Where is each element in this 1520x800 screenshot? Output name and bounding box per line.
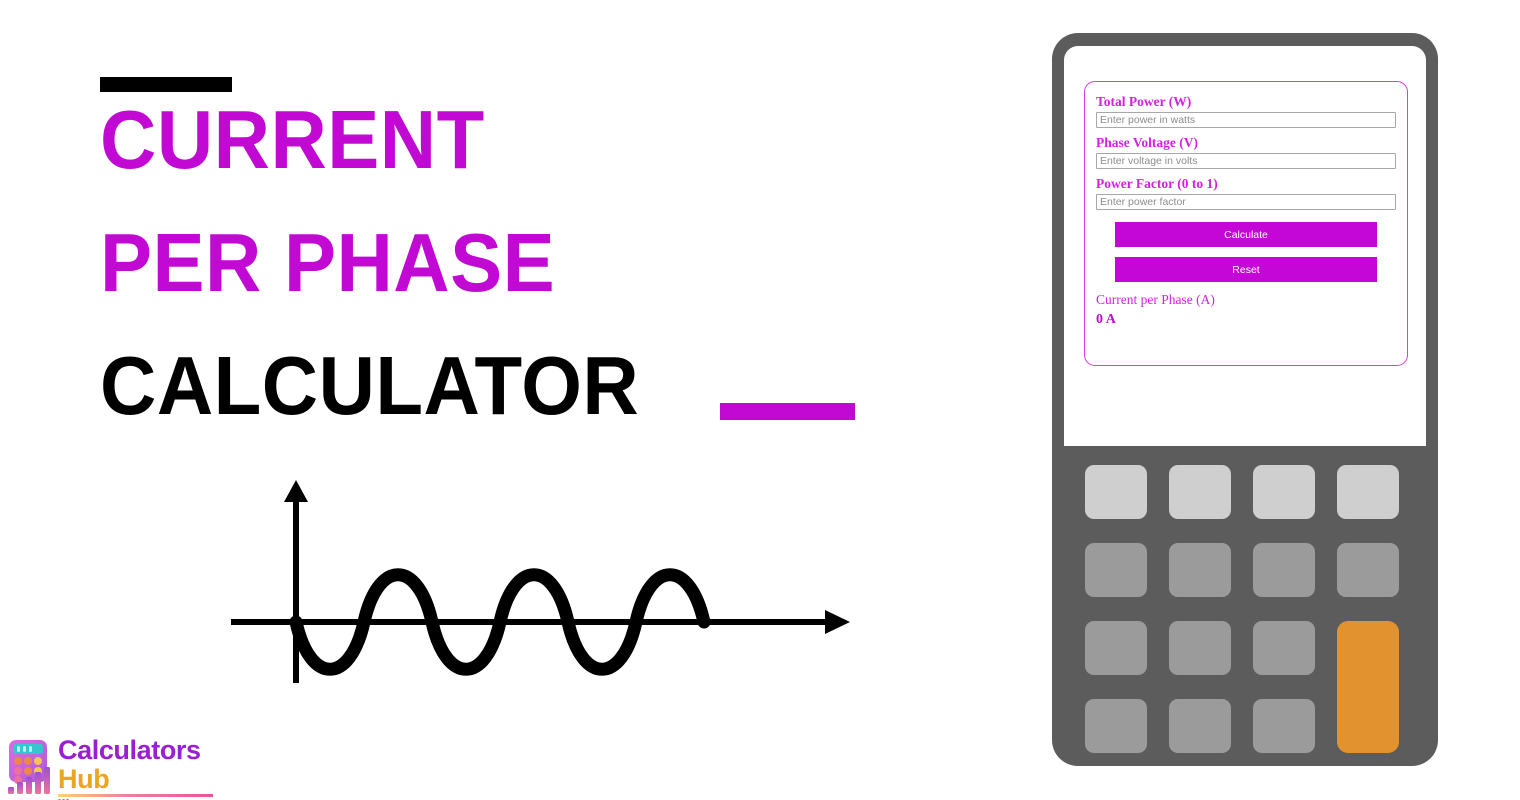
result-label: Current per Phase (A) <box>1096 292 1215 307</box>
keypad-key-r1c2[interactable] <box>1169 465 1231 519</box>
keypad-key-r1c3[interactable] <box>1253 465 1315 519</box>
keypad-key-equals[interactable] <box>1337 621 1399 753</box>
page-title: CURRENT PER PHASE CALCULATOR <box>100 88 900 427</box>
keypad-key-r1c1[interactable] <box>1085 465 1147 519</box>
reset-button[interactable]: Reset <box>1115 257 1377 282</box>
keypad-key-r3c1[interactable] <box>1085 621 1147 675</box>
keypad-key-r2c3[interactable] <box>1253 543 1315 597</box>
calculate-button[interactable]: Calculate <box>1115 222 1377 247</box>
phase-voltage-label: Phase Voltage (V) <box>1096 135 1198 150</box>
keypad-key-r3c3[interactable] <box>1253 621 1315 675</box>
phase-voltage-input[interactable] <box>1096 153 1396 169</box>
keypad-key-r2c1[interactable] <box>1085 543 1147 597</box>
sine-wave-illustration <box>225 480 850 695</box>
title-line-2: PER PHASE <box>100 216 556 309</box>
calculator-screen: Total Power (W) Phase Voltage (V) Power … <box>1064 46 1426 446</box>
logo-line-1: Calculators <box>58 735 201 765</box>
keypad-key-r3c2[interactable] <box>1169 621 1231 675</box>
total-power-input[interactable] <box>1096 112 1396 128</box>
power-factor-input[interactable] <box>1096 194 1396 210</box>
calculator-form: Total Power (W) Phase Voltage (V) Power … <box>1084 81 1408 366</box>
calculator-bar-chart-icon <box>4 738 60 796</box>
power-factor-label: Power Factor (0 to 1) <box>1096 176 1218 191</box>
keypad-key-r4c2[interactable] <box>1169 699 1231 753</box>
title-line-1: CURRENT <box>100 93 485 186</box>
keypad-key-r4c1[interactable] <box>1085 699 1147 753</box>
keypad-key-r2c4[interactable] <box>1337 543 1399 597</box>
logo-line-2: Hub <box>58 764 110 794</box>
logo-dots <box>58 789 74 800</box>
brand-logo[interactable]: Calculators Hub <box>4 736 214 800</box>
title-bottom-rule <box>720 403 855 420</box>
keypad-key-r4c3[interactable] <box>1253 699 1315 753</box>
keypad-key-r2c2[interactable] <box>1169 543 1231 597</box>
result-value: 0 A <box>1096 312 1116 327</box>
calculator-keypad <box>1085 465 1415 765</box>
logo-underline <box>58 794 213 797</box>
poster-canvas: CURRENT PER PHASE CALCULATOR Calculators… <box>0 0 1520 800</box>
logo-wordmark: Calculators Hub <box>58 736 201 794</box>
calculator-device: Total Power (W) Phase Voltage (V) Power … <box>1052 33 1438 766</box>
keypad-key-r1c4[interactable] <box>1337 465 1399 519</box>
total-power-label: Total Power (W) <box>1096 94 1192 109</box>
